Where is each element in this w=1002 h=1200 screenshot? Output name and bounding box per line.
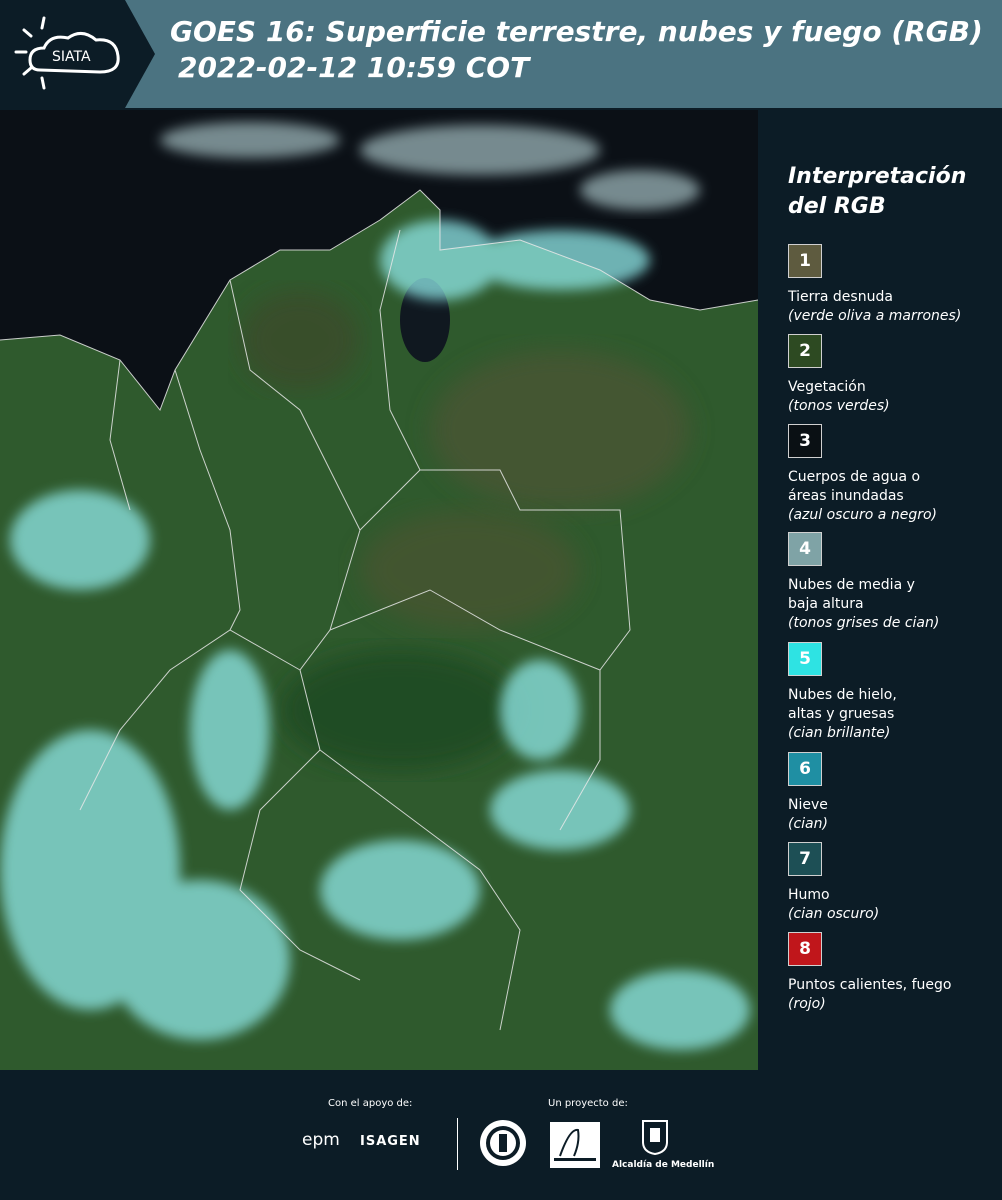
- siata-logo-text: SIATA: [52, 49, 91, 65]
- page-title: GOES 16: Superficie terrestre, nubes y f…: [170, 14, 983, 86]
- legend-item-label: Tierra desnuda: [788, 289, 893, 305]
- siata-logo: SIATA: [0, 0, 155, 108]
- legend-item-water: 3 Cuerpos de agua o áreas inundadas (azu…: [788, 424, 998, 525]
- seal-icon: [480, 1120, 526, 1166]
- legend-item-label: Nubes de media y baja altura: [788, 577, 915, 612]
- title-line-1: GOES 16: Superficie terrestre, nubes y f…: [170, 15, 983, 48]
- legend-item-description: (tonos verdes): [788, 398, 890, 414]
- legend-item-mid-low-clouds: 4 Nubes de media y baja altura (tonos gr…: [788, 532, 998, 633]
- legend-title: Interpretación del RGB: [788, 162, 988, 222]
- footer-divider: [457, 1118, 458, 1170]
- legend-item-description: (tonos grises de cian): [788, 615, 940, 631]
- legend-item-fire: 8 Puntos calientes, fuego (rojo): [788, 932, 998, 1014]
- legend-swatch: 3: [788, 424, 822, 458]
- legend-item-description: (cian): [788, 816, 828, 832]
- legend-item-description: (rojo): [788, 996, 826, 1012]
- legend-item-smoke: 7 Humo (cian oscuro): [788, 842, 998, 924]
- legend-title-line-1: Interpretación: [788, 164, 967, 189]
- footer-sponsors: Con el apoyo de: Un proyecto de: epm ISA…: [0, 1070, 1002, 1200]
- legend-item-bare-soil: 1 Tierra desnuda (verde oliva a marrones…: [788, 244, 998, 326]
- legend-item-ice-clouds: 5 Nubes de hielo, altas y gruesas (cian …: [788, 642, 998, 743]
- legend-swatch: 1: [788, 244, 822, 278]
- legend-item-description: (cian oscuro): [788, 906, 880, 922]
- legend-swatch: 4: [788, 532, 822, 566]
- legend-swatch: 6: [788, 752, 822, 786]
- legend-swatch: 8: [788, 932, 822, 966]
- legend-title-line-2: del RGB: [788, 194, 886, 219]
- support-label: Con el apoyo de:: [328, 1098, 413, 1109]
- legend-item-label: Humo: [788, 887, 830, 903]
- alcaldia-label: Alcaldía de Medellín: [612, 1160, 715, 1170]
- rgb-legend: Interpretación del RGB 1 Tierra desnuda …: [760, 110, 1002, 1070]
- satellite-map: [0, 110, 758, 1070]
- legend-item-label: Vegetación: [788, 379, 866, 395]
- title-timestamp: 2022-02-12 10:59 COT: [178, 51, 530, 84]
- legend-item-label: Nieve: [788, 797, 828, 813]
- legend-item-vegetation: 2 Vegetación (tonos verdes): [788, 334, 998, 416]
- epm-logo: epm: [302, 1130, 340, 1150]
- project-label: Un proyecto de:: [548, 1098, 628, 1109]
- header-bar: SIATA GOES 16: Superficie terrestre, nub…: [0, 0, 1002, 108]
- legend-item-label: Cuerpos de agua o áreas inundadas: [788, 469, 921, 504]
- alcaldia-shield-icon: [642, 1120, 668, 1156]
- legend-item-snow: 6 Nieve (cian): [788, 752, 998, 834]
- legend-item-description: (verde oliva a marrones): [788, 308, 962, 324]
- legend-swatch: 2: [788, 334, 822, 368]
- area-metropolitana-logo: [550, 1122, 600, 1168]
- legend-item-description: (azul oscuro a negro): [788, 507, 937, 523]
- legend-item-label: Nubes de hielo, altas y gruesas: [788, 687, 897, 722]
- isagen-logo: ISAGEN: [360, 1134, 421, 1149]
- legend-swatch: 7: [788, 842, 822, 876]
- legend-item-description: (cian brillante): [788, 725, 891, 741]
- legend-item-label: Puntos calientes, fuego: [788, 977, 952, 993]
- legend-swatch: 5: [788, 642, 822, 676]
